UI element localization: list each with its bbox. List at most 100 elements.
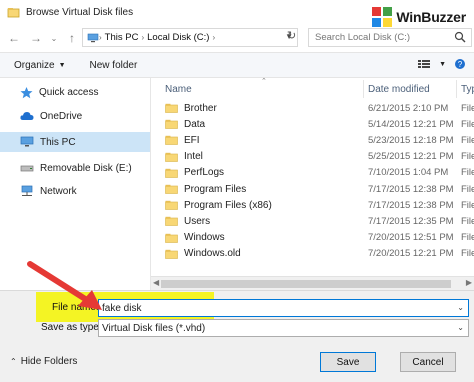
organize-label: Organize (14, 59, 55, 71)
file-row[interactable]: Program Files 7/17/2015 12:38 PM File (165, 181, 474, 197)
folder-icon (165, 249, 178, 259)
folder-icon (165, 103, 178, 113)
breadcrumb-local-disk[interactable]: Local Disk (C:) (147, 32, 209, 43)
brand-watermark: WinBuzzer (371, 6, 466, 28)
column-separator[interactable] (456, 80, 457, 98)
folder-icon (165, 184, 178, 194)
search-icon[interactable] (454, 31, 466, 43)
chevron-up-icon: ⌃ (10, 357, 17, 366)
file-row[interactable]: Intel 5/25/2015 12:21 PM File (165, 149, 474, 165)
file-date: 7/20/2015 12:51 PM (368, 232, 454, 244)
file-date: 7/10/2015 1:04 PM (368, 167, 449, 179)
window-title: Browse Virtual Disk files (26, 6, 134, 18)
save-type-select[interactable]: Virtual Disk files (*.vhd) ⌄ (98, 319, 469, 337)
brand-logo-icon (372, 7, 393, 27)
folder-icon (165, 200, 178, 210)
file-date: 7/17/2015 12:38 PM (368, 183, 454, 195)
svg-text:?: ? (458, 60, 463, 69)
file-row[interactable]: Windows 7/20/2015 12:51 PM File (165, 230, 474, 246)
save-type-label: Save as type: (41, 322, 102, 333)
file-name: EFI (184, 134, 200, 146)
recent-locations-chevron-icon[interactable]: ⌄ (46, 30, 62, 46)
cancel-button[interactable]: Cancel (400, 352, 456, 372)
title-bar: Browse Virtual Disk files WinBuzzer (0, 0, 474, 27)
file-type: File (461, 167, 474, 179)
view-controls: ▼ ? (417, 58, 466, 70)
back-arrow-icon[interactable]: ← (6, 30, 22, 46)
breadcrumb-separator-icon: › (141, 33, 145, 42)
column-header-date[interactable]: Date modified (368, 80, 430, 98)
file-type: File (461, 118, 474, 130)
new-folder-button[interactable]: New folder (90, 60, 138, 71)
file-type: File (461, 151, 474, 163)
folder-icon (165, 217, 178, 227)
scroll-left-icon[interactable]: ◀ (153, 278, 159, 287)
sidebar-item-label: OneDrive (40, 110, 83, 122)
file-type: File (461, 248, 474, 260)
refresh-icon[interactable]: ↻ (287, 29, 296, 42)
forward-arrow-icon[interactable]: → (28, 30, 44, 46)
column-header-type[interactable]: Type (461, 80, 474, 98)
file-row[interactable]: Users 7/17/2015 12:35 PM File (165, 213, 474, 229)
view-dropdown-icon[interactable]: ▼ (439, 61, 446, 68)
organize-button[interactable]: Organize ▼ (14, 60, 66, 71)
sidebar-item-removable-disk[interactable]: Removable Disk (E:) (8, 158, 148, 178)
sidebar-item-this-pc[interactable]: This PC (0, 132, 150, 152)
file-name: Program Files (x86) (184, 199, 272, 211)
file-row[interactable]: PerfLogs 7/10/2015 1:04 PM File (165, 165, 474, 181)
file-row[interactable]: Brother 6/21/2015 2:10 PM File (165, 100, 474, 116)
breadcrumb-separator-icon: › (212, 33, 216, 42)
column-separator[interactable] (363, 80, 364, 98)
breadcrumb-this-pc[interactable]: This PC (105, 32, 139, 43)
folder-icon (165, 168, 178, 178)
command-toolbar: Organize ▼ New folder ▼ ? (0, 52, 474, 78)
file-name: PerfLogs (184, 167, 225, 179)
file-date: 5/14/2015 12:21 PM (368, 118, 454, 130)
file-name: Brother (184, 102, 217, 114)
file-row[interactable]: Windows.old 7/20/2015 12:21 PM File (165, 246, 474, 262)
file-date: 5/25/2015 12:21 PM (368, 151, 454, 163)
sidebar-item-quick-access[interactable]: Quick access (8, 82, 148, 102)
sidebar-item-label: Network (40, 185, 77, 197)
up-arrow-icon[interactable]: ↑ (64, 30, 80, 46)
file-type: File (461, 183, 474, 195)
drive-icon (20, 165, 34, 172)
app-icon (7, 7, 20, 17)
file-row[interactable]: EFI 5/23/2015 12:18 PM File (165, 132, 474, 148)
address-bar[interactable]: › This PC › Local Disk (C:) › ▼ (82, 28, 298, 47)
column-header-name[interactable]: Name (165, 80, 192, 98)
file-date: 7/20/2015 12:21 PM (368, 248, 454, 260)
search-input[interactable]: Search Local Disk (C:) (315, 32, 410, 43)
file-row[interactable]: Program Files (x86) 7/17/2015 12:38 PM Fil… (165, 197, 474, 213)
help-icon[interactable]: ? (454, 58, 466, 70)
file-date: 7/17/2015 12:35 PM (368, 215, 454, 227)
folder-icon (165, 119, 178, 129)
sidebar-item-label: This PC (40, 136, 76, 148)
view-options-icon[interactable] (417, 58, 431, 70)
file-type: File (461, 102, 474, 114)
new-folder-label: New folder (89, 59, 138, 71)
computer-icon (20, 136, 34, 147)
file-name: Intel (184, 151, 203, 163)
sidebar-item-network[interactable]: Network (8, 181, 148, 201)
save-button[interactable]: Save (320, 352, 376, 372)
hide-folders-toggle[interactable]: ⌃ Hide Folders (10, 356, 77, 367)
file-name-dropdown-icon[interactable]: ⌄ (457, 303, 464, 312)
save-type-dropdown-icon[interactable]: ⌄ (457, 323, 464, 332)
file-name-field[interactable]: fake disk ⌄ (98, 299, 469, 317)
save-type-value: Virtual Disk files (*.vhd) (102, 322, 206, 334)
horizontal-scrollbar[interactable]: ◀ ▶ (151, 276, 474, 290)
scroll-right-icon[interactable]: ▶ (466, 278, 472, 287)
file-type: File (461, 134, 474, 146)
file-date: 7/17/2015 12:38 PM (368, 199, 454, 211)
sort-up-icon: ⌃ (261, 78, 267, 85)
sidebar-item-onedrive[interactable]: OneDrive (8, 106, 148, 126)
hide-folders-label: Hide Folders (20, 356, 78, 367)
folder-icon (165, 152, 178, 162)
search-box[interactable]: Search Local Disk (C:) (308, 28, 472, 47)
file-row[interactable]: Data 5/14/2015 12:21 PM File (165, 116, 474, 132)
file-type: File (461, 232, 474, 244)
file-date: 6/21/2015 2:10 PM (368, 102, 449, 114)
scrollbar-thumb[interactable] (161, 280, 451, 288)
file-type: File (461, 199, 474, 211)
